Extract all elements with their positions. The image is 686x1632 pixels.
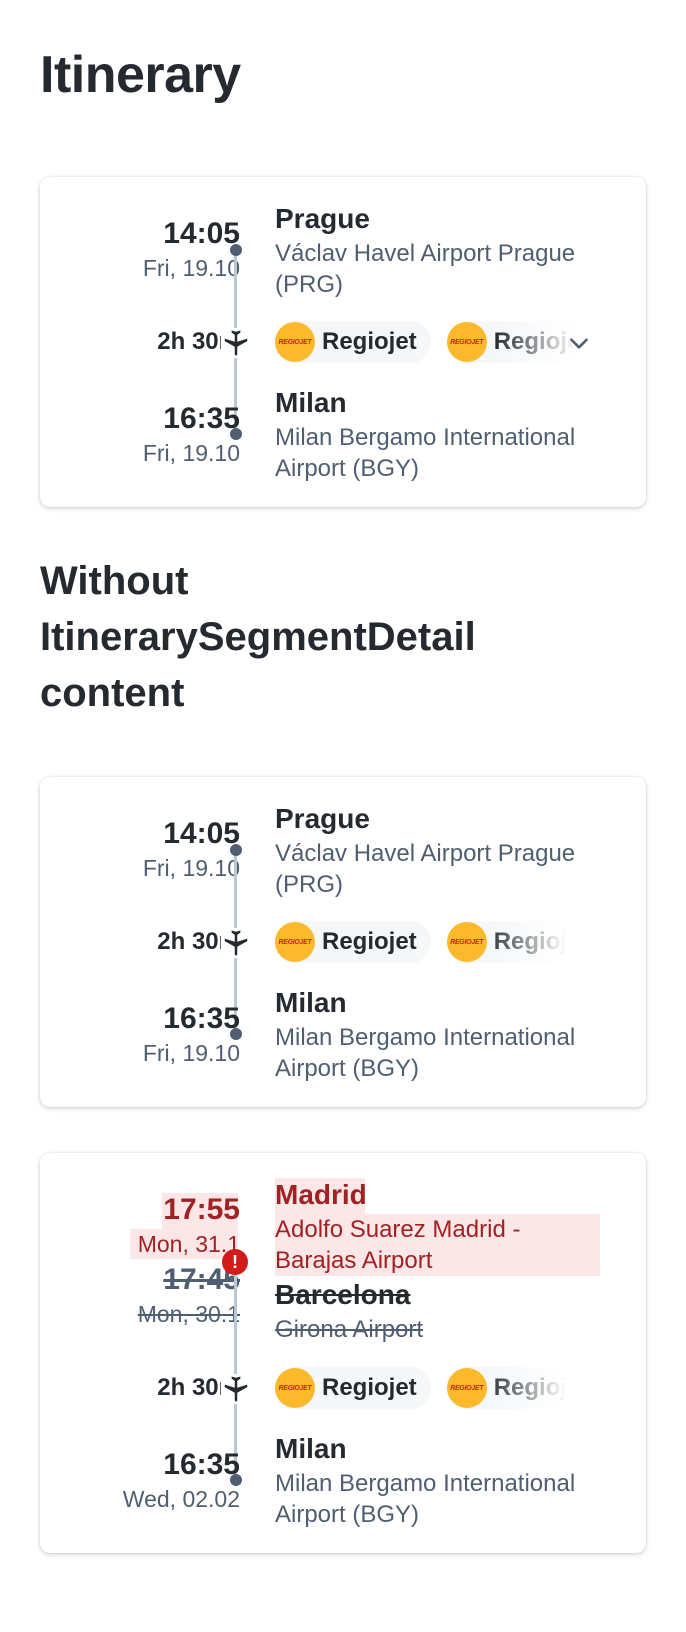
carrier-list: REGIOJET Regiojet REGIOJET Regiojet xyxy=(275,921,575,963)
arrival-date: Wed, 02.02 xyxy=(122,1486,240,1512)
arrival-time: 16:35 xyxy=(163,402,240,435)
regiojet-logo-icon: REGIOJET xyxy=(446,922,487,962)
arrival-date: Fri, 19.10 xyxy=(142,1040,240,1066)
regiojet-logo-icon: REGIOJET xyxy=(446,1368,487,1408)
old-departure-date: Mon, 30.1 xyxy=(137,1301,240,1327)
arrival-time: 16:35 xyxy=(163,1002,240,1035)
segment-duration: 2h 30m xyxy=(157,328,240,355)
old-departure-airport: Girona Airport xyxy=(275,1316,424,1343)
departure-time: 14:05 xyxy=(163,217,240,250)
arrival-city: Milan xyxy=(275,987,347,1018)
arrival-dot xyxy=(230,428,242,440)
arrival-airport: Milan Bergamo International Airport (BGY… xyxy=(275,424,576,482)
departure-airport: Václav Havel Airport Prague (PRG) xyxy=(275,840,576,898)
departure-airport: Václav Havel Airport Prague (PRG) xyxy=(275,240,576,298)
carrier-name: Regiojet xyxy=(322,928,417,955)
new-departure-date: Mon, 31.1 xyxy=(137,1231,240,1257)
regiojet-logo-icon: REGIOJET xyxy=(275,322,315,362)
airplane-icon xyxy=(221,1374,251,1404)
page-title: Itinerary xyxy=(40,46,241,104)
carrier-badge: REGIOJET Regiojet xyxy=(446,1367,575,1409)
regiojet-logo-icon: REGIOJET xyxy=(275,922,315,962)
departure-dot xyxy=(230,844,242,856)
carrier-badge: REGIOJET Regiojet xyxy=(446,921,575,963)
arrival-airport: Milan Bergamo International Airport (BGY… xyxy=(275,1470,576,1528)
alert-circle-icon: ! xyxy=(222,1249,248,1275)
airplane-icon xyxy=(221,928,251,958)
arrival-city: Milan xyxy=(275,387,347,418)
segment-duration: 2h 30m xyxy=(157,1374,240,1401)
departure-date: Fri, 19.10 xyxy=(142,255,240,281)
new-departure-airport: Adolfo Suarez Madrid - Barajas Airport xyxy=(275,1216,521,1274)
regiojet-logo-icon: REGIOJET xyxy=(446,322,487,362)
carrier-name: Regiojet xyxy=(493,1374,575,1401)
regiojet-logo-icon: REGIOJET xyxy=(275,1368,315,1408)
arrival-dot xyxy=(230,1028,242,1040)
carrier-badge: REGIOJET Regiojet xyxy=(275,321,431,363)
carrier-badge: REGIOJET Regiojet xyxy=(275,1367,431,1409)
itinerary-segment-card: 14:05 Fri, 19.10 Prague Václav Havel Air… xyxy=(40,777,646,1107)
arrival-time: 16:35 xyxy=(163,1448,240,1481)
departure-date: Fri, 19.10 xyxy=(142,855,240,881)
itinerary-segment-card[interactable]: 14:05 Fri, 19.10 Prague Václav Havel Air… xyxy=(40,177,646,507)
new-departure-city: Madrid xyxy=(275,1179,367,1210)
carrier-list: REGIOJET Regiojet REGIOJET Regiojet xyxy=(275,1367,575,1409)
arrival-dot xyxy=(230,1474,242,1486)
arrival-city: Milan xyxy=(275,1433,347,1464)
carrier-name: Regiojet xyxy=(322,328,417,355)
departure-time: 14:05 xyxy=(163,817,240,850)
arrival-airport: Milan Bergamo International Airport (BGY… xyxy=(275,1024,576,1082)
old-departure-time: 17:45 xyxy=(163,1263,240,1296)
carrier-list: REGIOJET Regiojet REGIOJET Regiojet xyxy=(275,321,585,363)
carrier-name: Regiojet xyxy=(493,928,575,955)
carrier-badge: REGIOJET Regiojet xyxy=(275,921,431,963)
chevron-down-icon[interactable] xyxy=(566,330,592,356)
departure-dot xyxy=(230,244,242,256)
airplane-icon xyxy=(221,328,251,358)
carrier-name: Regiojet xyxy=(322,1374,417,1401)
departure-city: Prague xyxy=(275,203,370,234)
section-title: Without ItinerarySegmentDetail content xyxy=(40,559,476,715)
new-departure-time: 17:55 xyxy=(163,1193,240,1226)
arrival-date: Fri, 19.10 xyxy=(142,440,240,466)
carrier-badge: REGIOJET Regiojet xyxy=(446,321,585,363)
departure-city: Prague xyxy=(275,803,370,834)
segment-duration: 2h 30m xyxy=(157,928,240,955)
old-departure-city: Barcelona xyxy=(275,1279,411,1310)
itinerary-segment-card-changed: 17:55 Mon, 31.1 17:45 Mon, 30.1 ! Madrid… xyxy=(40,1153,646,1553)
